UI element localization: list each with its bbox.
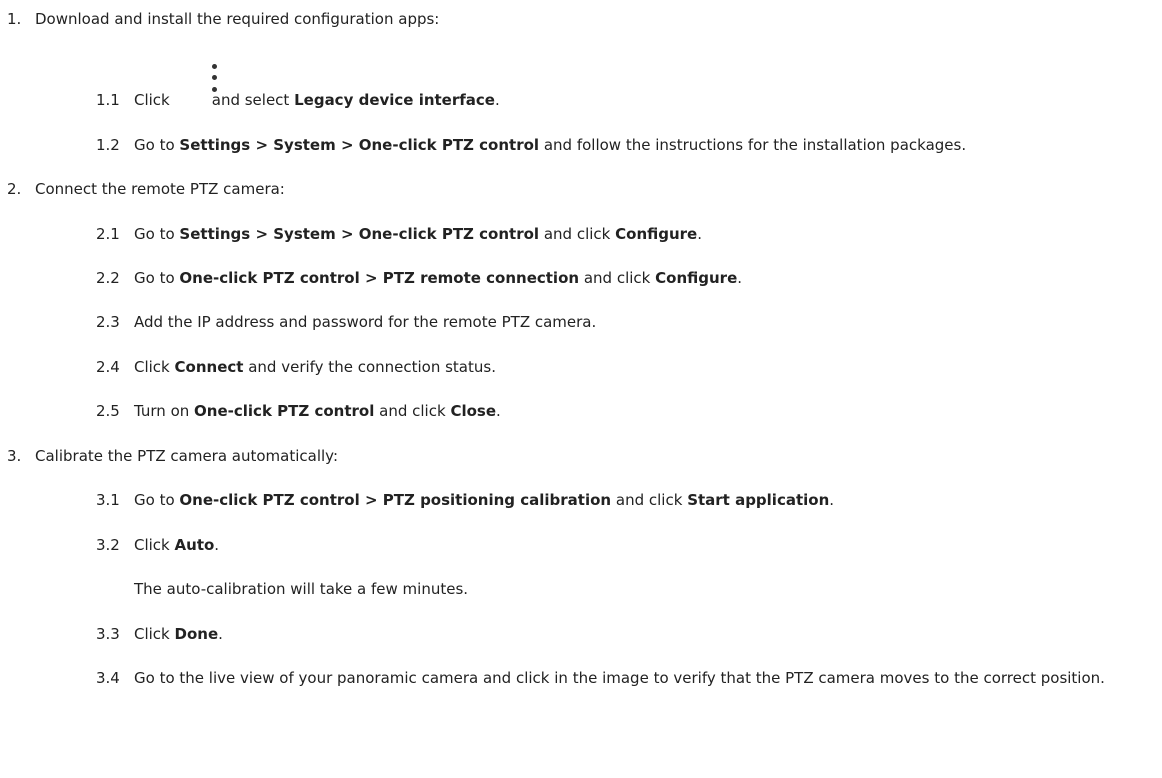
auto-label: Auto [174, 536, 215, 554]
substep-1-2: 1.2 Go to Settings > System > One-click P… [96, 136, 967, 154]
close-label: Close [450, 402, 496, 420]
substep-3-3: 3.3 Click Done. [96, 625, 223, 643]
substep-number: 3.1 [96, 491, 120, 509]
step-text: Connect the remote PTZ camera: [35, 180, 285, 198]
substep-number: 2.5 [96, 402, 120, 420]
substep-number: 1.1 [96, 91, 120, 109]
step-3: 3. Calibrate the PTZ camera automatically… [7, 446, 338, 466]
settings-path: One-click PTZ control > PTZ positioning … [179, 491, 612, 509]
substep-number: 2.3 [96, 313, 120, 331]
one-click-ptz-control-label: One-click PTZ control [194, 402, 375, 420]
substep-number: 1.2 [96, 136, 120, 154]
step-number: 2. [7, 180, 22, 198]
connect-label: Connect [174, 358, 244, 376]
substep-2-3: 2.3 Add the IP address and password for t… [96, 313, 597, 331]
more-vertical-icon [212, 64, 218, 94]
start-application-label: Start application [687, 491, 830, 509]
done-label: Done [174, 625, 219, 643]
substep-number: 3.3 [96, 625, 120, 643]
substep-2-1: 2.1 Go to Settings > System > One-click P… [96, 225, 703, 243]
substep-number: 2.1 [96, 225, 120, 243]
substep-1-1: 1.1 Click and select Legacy device interfa… [96, 91, 500, 109]
step-text: Download and install the required config… [35, 10, 440, 28]
configure-label: Configure [655, 269, 738, 287]
step-2: 2. Connect the remote PTZ camera: [7, 179, 285, 199]
menu-item-legacy-device-interface: Legacy device interface [294, 91, 495, 109]
step-number: 1. [7, 10, 22, 28]
substep-3-2-note: The auto-calibration will take a few min… [134, 580, 469, 598]
instructions-document: 1. Download and install the required conf… [0, 0, 1162, 778]
substep-3-1: 3.1 Go to One-click PTZ control > PTZ pos… [96, 491, 835, 509]
settings-path: One-click PTZ control > PTZ remote conne… [179, 269, 580, 287]
step-1: 1. Download and install the required conf… [7, 9, 439, 29]
step-number: 3. [7, 447, 22, 465]
step-text: Calibrate the PTZ camera automatically: [35, 447, 339, 465]
substep-3-2: 3.2 Click Auto. [96, 536, 220, 554]
substep-2-2: 2.2 Go to One-click PTZ control > PTZ rem… [96, 269, 743, 287]
substep-number: 2.2 [96, 269, 120, 287]
substep-number: 3.4 [96, 669, 120, 687]
substep-2-4: 2.4 Click Connect and verify the connecti… [96, 358, 496, 376]
substep-3-4: 3.4 Go to the live view of your panoramic… [96, 669, 1105, 687]
substep-number: 3.2 [96, 536, 120, 554]
substep-number: 2.4 [96, 358, 120, 376]
settings-path: Settings > System > One-click PTZ contro… [179, 136, 540, 154]
substep-2-5: 2.5 Turn on One-click PTZ control and cli… [96, 402, 501, 420]
settings-path: Settings > System > One-click PTZ contro… [179, 225, 540, 243]
configure-label: Configure [615, 225, 698, 243]
